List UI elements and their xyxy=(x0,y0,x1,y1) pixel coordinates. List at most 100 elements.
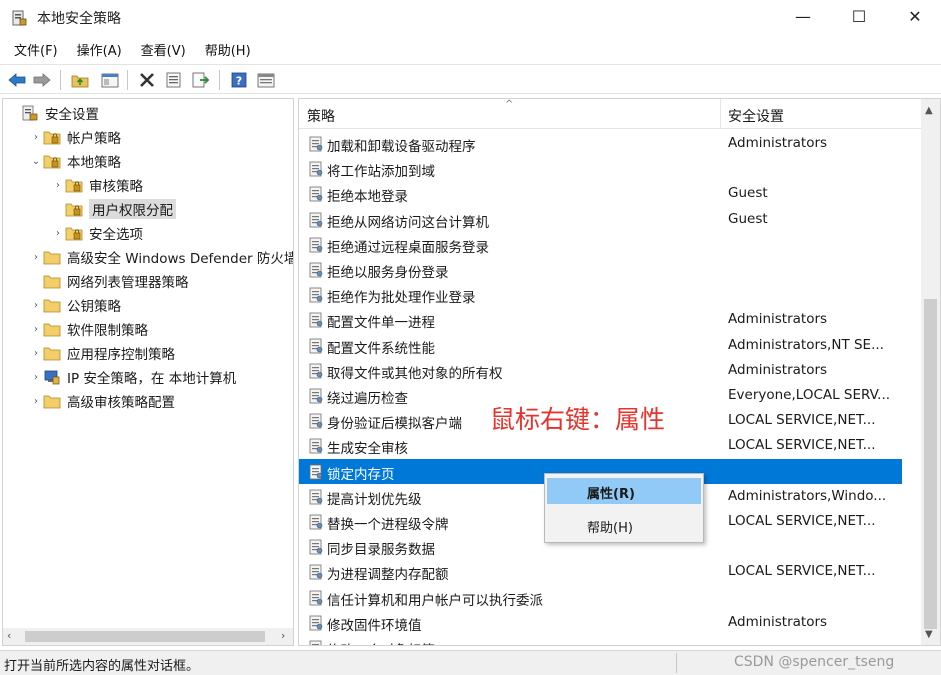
menu-file[interactable]: 文件(F) xyxy=(0,36,66,62)
folder-icon xyxy=(65,177,83,193)
scroll-down-icon[interactable]: ▼ xyxy=(925,629,933,640)
help-icon[interactable]: ? xyxy=(229,70,249,90)
context-menu-help[interactable]: 帮助(H) xyxy=(547,512,701,538)
security-settings-icon xyxy=(21,105,39,121)
expand-icon[interactable]: › xyxy=(51,180,65,191)
scroll-right-icon[interactable]: › xyxy=(281,629,285,642)
back-icon[interactable] xyxy=(7,70,27,90)
expand-icon[interactable]: › xyxy=(29,324,43,335)
tree-item[interactable]: ⌄ 本地策略 xyxy=(29,150,121,172)
policy-setting: Administrators xyxy=(728,361,828,378)
policy-row[interactable]: 取得文件或其他对象的所有权 Administrators xyxy=(299,358,902,383)
svg-text:?: ? xyxy=(236,75,242,88)
maximize-button[interactable]: ☐ xyxy=(836,0,882,32)
delete-icon[interactable] xyxy=(137,70,157,90)
folder-icon xyxy=(43,129,61,145)
policy-icon xyxy=(308,514,324,530)
policy-icon xyxy=(308,338,324,354)
toolbar-separator xyxy=(127,70,128,90)
policy-row[interactable]: 修改固件环境值 Administrators xyxy=(299,610,902,635)
policy-row[interactable]: 拒绝本地登录 Guest xyxy=(299,181,902,206)
policy-row[interactable]: 配置文件单一进程 Administrators xyxy=(299,307,902,332)
menu-help[interactable]: 帮助(H) xyxy=(194,36,259,62)
policy-icon xyxy=(308,136,324,152)
scroll-up-icon[interactable]: ▲ xyxy=(925,105,933,116)
folder-icon xyxy=(43,249,61,265)
expand-icon[interactable]: › xyxy=(29,396,43,407)
collapse-icon[interactable]: ⌄ xyxy=(29,156,43,167)
policy-row[interactable]: 配置文件系统性能 Administrators,NT SE... xyxy=(299,333,902,358)
tree-item[interactable]: › 审核策略 xyxy=(51,174,143,196)
sort-ascending-icon: ^ xyxy=(505,99,514,110)
policy-row[interactable]: 拒绝作为批处理作业登录 xyxy=(299,282,902,307)
scroll-left-icon[interactable]: ‹ xyxy=(7,629,11,642)
tree-item[interactable]: › 帐户策略 xyxy=(29,126,121,148)
policy-name: 同步目录服务数据 xyxy=(327,542,435,559)
tree-item[interactable]: › 公钥策略 xyxy=(29,294,121,316)
properties-icon[interactable] xyxy=(164,70,184,90)
show-tree-icon[interactable] xyxy=(100,70,120,90)
expand-icon[interactable]: › xyxy=(29,348,43,359)
expand-icon[interactable]: › xyxy=(29,372,43,383)
policy-row[interactable]: 拒绝通过远程桌面服务登录 xyxy=(299,232,902,257)
tree-item[interactable]: › 应用程序控制策略 xyxy=(29,342,175,364)
tree-item[interactable]: 用户权限分配 xyxy=(51,198,176,220)
column-header-security-setting[interactable]: 安全设置 xyxy=(728,106,784,126)
tree-item[interactable]: › 软件限制策略 xyxy=(29,318,148,340)
view-icon[interactable] xyxy=(256,70,276,90)
forward-icon[interactable] xyxy=(32,70,52,90)
tree-item-label: 审核策略 xyxy=(89,179,143,195)
tree-item[interactable]: › IP 安全策略，在 本地计算机 xyxy=(29,366,236,388)
policy-row[interactable]: 拒绝从网络访问这台计算机 Guest xyxy=(299,207,902,232)
expand-icon[interactable]: › xyxy=(51,228,65,239)
close-button[interactable]: ✕ xyxy=(892,0,938,32)
policy-name: 生成安全审核 xyxy=(327,441,408,458)
context-menu-properties[interactable]: 属性(R) xyxy=(547,478,701,504)
tree-pane[interactable]: ‹ › 安全设置 › 帐户策略 ⌄ 本地策略 › 审核策略用户权限分配 › 安全选项 › 高级安全 … xyxy=(2,98,294,646)
policy-name: 锁定内存页 xyxy=(327,466,395,483)
toolbar: ? xyxy=(0,64,941,94)
vertical-scrollbar[interactable]: ▲ ▼ xyxy=(921,99,940,645)
policy-setting: Administrators,NT SE... xyxy=(728,336,884,353)
scroll-thumb[interactable] xyxy=(924,299,937,629)
export-icon[interactable] xyxy=(191,70,211,90)
policy-icon xyxy=(308,438,324,454)
window-title: 本地安全策略 xyxy=(37,11,121,27)
minimize-button[interactable]: — xyxy=(780,0,826,32)
menu-action[interactable]: 操作(A) xyxy=(66,36,130,62)
list-pane[interactable]: ^ 策略 安全设置 ▲ ▼ 加载和卸载设备驱动程序 Administrators 将… xyxy=(298,98,941,646)
tree-item[interactable]: › 高级审核策略配置 xyxy=(29,390,175,412)
column-header-policy[interactable]: 策略 xyxy=(307,106,335,126)
policy-setting: LOCAL SERVICE,NET... xyxy=(728,412,876,429)
policy-name: 提高计划优先级 xyxy=(327,491,422,508)
policy-setting: LOCAL SERVICE,NET... xyxy=(728,563,876,580)
policy-row[interactable]: 生成安全审核 LOCAL SERVICE,NET... xyxy=(299,433,902,458)
scroll-thumb[interactable] xyxy=(25,631,265,642)
policy-row[interactable]: 修改一个对象标签 xyxy=(299,635,902,645)
tree-item[interactable]: 安全设置 xyxy=(7,102,99,124)
policy-row[interactable]: 为进程调整内存配额 LOCAL SERVICE,NET... xyxy=(299,559,902,584)
expand-icon[interactable]: › xyxy=(29,132,43,143)
title-bar: 本地安全策略 — ☐ ✕ xyxy=(0,0,941,34)
up-folder-icon[interactable] xyxy=(70,70,90,90)
expand-icon[interactable]: › xyxy=(29,252,43,263)
tree-item[interactable]: › 安全选项 xyxy=(51,222,143,244)
folder-icon xyxy=(43,273,61,289)
policy-icon xyxy=(308,312,324,328)
policy-icon xyxy=(308,590,324,606)
menu-view[interactable]: 查看(V) xyxy=(130,36,194,62)
expand-icon[interactable]: › xyxy=(29,300,43,311)
policy-name: 配置文件系统性能 xyxy=(327,340,435,357)
policy-row[interactable]: 将工作站添加到域 xyxy=(299,156,902,181)
policy-setting: LOCAL SERVICE,NET... xyxy=(728,437,876,454)
tree-item[interactable]: › 高级安全 Windows Defender 防火墙 xyxy=(29,246,293,268)
folder-icon xyxy=(43,321,61,337)
policy-row[interactable]: 拒绝以服务身份登录 xyxy=(299,257,902,282)
policy-setting: Everyone,LOCAL SERV... xyxy=(728,387,891,403)
policy-row[interactable]: 信任计算机和用户帐户可以执行委派 xyxy=(299,585,902,610)
policy-row[interactable]: 加载和卸载设备驱动程序 Administrators xyxy=(299,131,902,156)
tree-item-label: 安全设置 xyxy=(45,107,99,123)
tree-item[interactable]: 网络列表管理器策略 xyxy=(29,270,189,292)
horizontal-scrollbar[interactable]: ‹ › xyxy=(3,628,293,645)
column-divider[interactable] xyxy=(720,99,721,129)
